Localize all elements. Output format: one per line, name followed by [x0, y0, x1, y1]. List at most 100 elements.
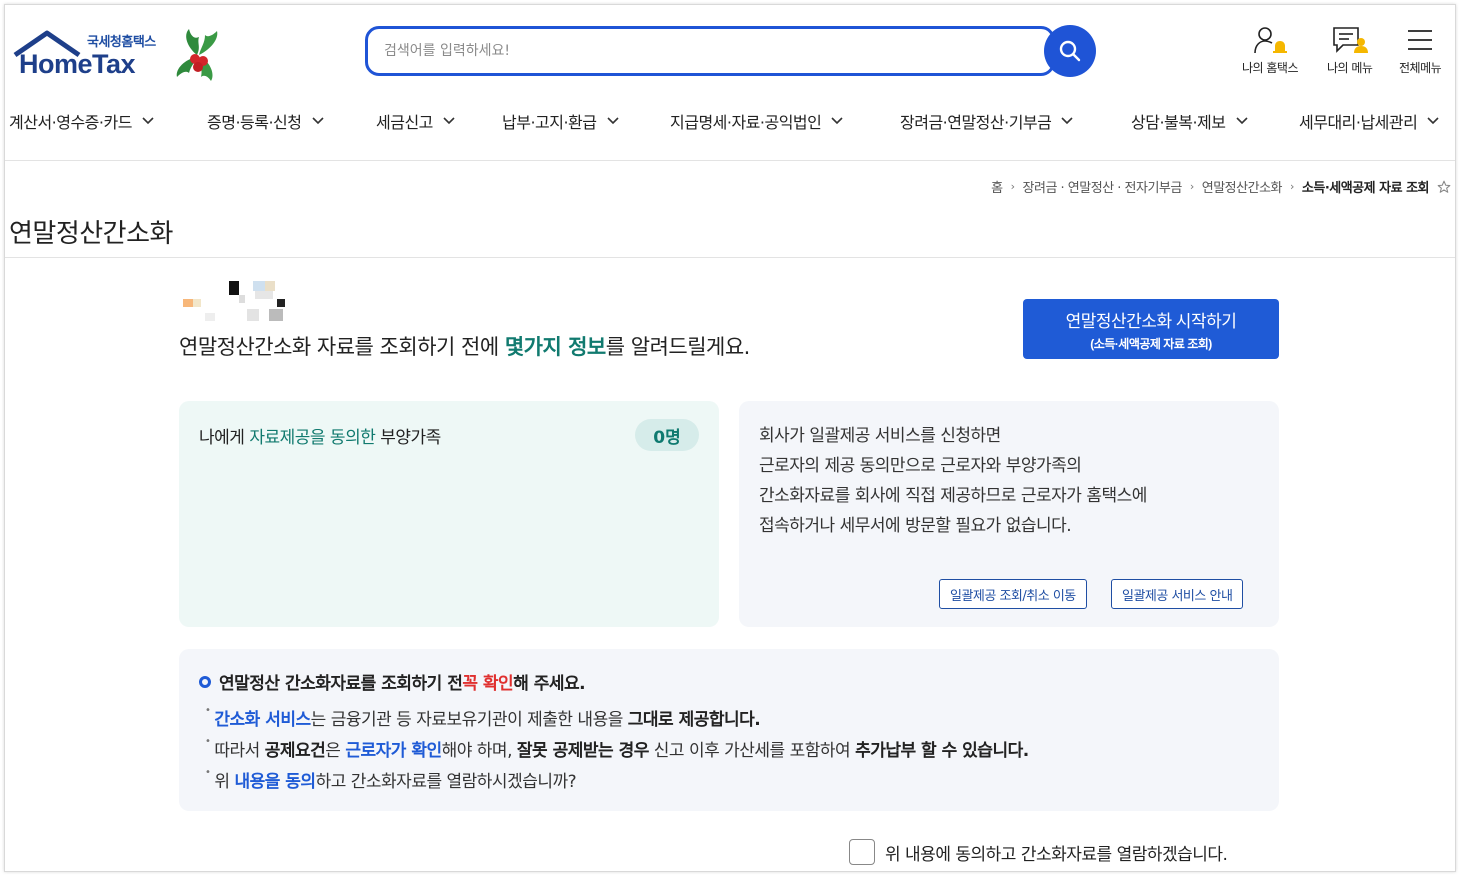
nav-label: 계산서·영수증·카드	[9, 113, 132, 132]
start-simplified-service-button[interactable]: 연말정산간소화 시작하기 (소득·세액공제 자료 조회)	[1023, 299, 1279, 359]
breadcrumb-item[interactable]: 장려금 · 연말정산 · 전자기부금	[1023, 177, 1183, 196]
chevron-right-icon: ›	[1010, 180, 1015, 193]
notice-l2-bold3: 추가납부 할 수 있습니다.	[855, 741, 1029, 761]
logo-title: HomeTax	[19, 49, 136, 79]
all-menu-label: 전체메뉴	[1399, 61, 1442, 75]
bulk-query-cancel-button[interactable]: 일괄제공 조회/취소 이동	[939, 579, 1087, 609]
hometax-logo[interactable]: 국세청홈택스 HomeTax	[9, 23, 229, 87]
chevron-down-icon	[1427, 117, 1439, 125]
title-divider	[5, 257, 1455, 258]
breadcrumb-home[interactable]: 홈	[991, 177, 1003, 196]
my-hometax-label: 나의 홈택스	[1242, 61, 1299, 75]
bulk-service-guide-button[interactable]: 일괄제공 서비스 안내	[1111, 579, 1244, 609]
my-menu-icon	[1332, 27, 1368, 53]
dependents-count-badge: 0명	[635, 419, 699, 451]
chevron-down-icon	[1235, 117, 1248, 125]
agree-label[interactable]: 위 내용에 동의하고 간소화자료를 열람하겠습니다.	[885, 840, 1228, 865]
nav-item-agent[interactable]: 세무대리·납세관리	[1299, 109, 1439, 133]
dependents-after: 부양가족	[375, 428, 441, 448]
search-button[interactable]	[1044, 25, 1096, 77]
search-input[interactable]	[384, 39, 984, 63]
notice-head-a: 연말정산 간소화자료를 조회하기 전	[219, 674, 463, 694]
breadcrumb-current: 소득·세액공제 자료 조회	[1301, 181, 1430, 196]
notice-line-1: • 간소화 서비스는 금융기관 등 자료보유기관이 제출한 내용을 그대로 제공합…	[205, 705, 761, 730]
page-title: 연말정산간소화	[9, 219, 173, 249]
nav-item-consult[interactable]: 상담·불복·제보	[1131, 109, 1248, 133]
chevron-down-icon	[606, 117, 619, 125]
nav-item-certificate[interactable]: 증명·등록·신청	[207, 109, 324, 133]
all-menu[interactable]: 전체메뉴	[1399, 25, 1442, 76]
nav-item-tax-return[interactable]: 세금신고	[376, 109, 455, 133]
notice-head-b: 해 주세요.	[513, 674, 586, 694]
notice-l2-bold2: 잘못 공제받는 경우	[516, 741, 649, 761]
nav-item-statement[interactable]: 지급명세·자료·공익법인	[670, 109, 843, 133]
browser-page: 국세청홈택스 HomeTax 검색어를 입력하세요! 나의 홈택스 나의 메뉴 …	[4, 4, 1456, 872]
logo-subtitle: 국세청홈택스	[87, 35, 156, 50]
nav-item-invoice[interactable]: 계산서·영수증·카드	[9, 109, 154, 133]
chevron-right-icon: ›	[1189, 180, 1194, 193]
consented-dependents-card: 나에게 자료제공을 동의한 부양가족 0명	[179, 401, 719, 627]
bullet-dot-icon: •	[205, 736, 211, 747]
bulk-service-description: 회사가 일괄제공 서비스를 신청하면 근로자의 제공 동의만으로 근로자와 부양…	[759, 421, 1147, 541]
notice-box: 연말정산 간소화자료를 조회하기 전 꼭 확인 해 주세요. • 간소화 서비스는 …	[179, 649, 1279, 811]
holly-icon	[176, 29, 218, 81]
nav-item-payment[interactable]: 납부·고지·환급	[502, 109, 619, 133]
notice-l1-a: 는 금융기관 등 자료보유기관이 제출한 내용을	[310, 710, 628, 730]
nav-label: 세금신고	[376, 113, 433, 132]
chevron-right-icon: ›	[1290, 180, 1294, 193]
my-menu-label: 나의 메뉴	[1327, 61, 1373, 75]
dependents-before: 나에게	[199, 428, 250, 448]
search-icon	[1059, 40, 1081, 62]
notice-line-3: • 위 내용을 동의하고 간소화자료를 열람하시겠습니까?	[205, 767, 577, 792]
nav-divider	[5, 160, 1455, 161]
notice-l3-a: 위	[214, 772, 235, 792]
chevron-down-icon	[1061, 117, 1073, 125]
nav-label: 상담·불복·제보	[1131, 113, 1226, 132]
agree-checkbox[interactable]	[849, 839, 875, 865]
agree-row[interactable]: 위 내용에 동의하고 간소화자료를 열람하겠습니다.	[849, 839, 1228, 865]
intro-text: 연말정산간소화 자료를 조회하기 전에 몇가지 정보를 알려드릴게요.	[179, 331, 750, 361]
notice-heading: 연말정산 간소화자료를 조회하기 전 꼭 확인 해 주세요.	[199, 669, 586, 694]
intro-before: 연말정산간소화 자료를 조회하기 전에	[179, 335, 505, 359]
nav-label: 증명·등록·신청	[207, 113, 302, 132]
my-hometax-menu[interactable]: 나의 홈택스	[1242, 25, 1299, 76]
bulk-service-card: 회사가 일괄제공 서비스를 신청하면 근로자의 제공 동의만으로 근로자와 부양…	[739, 401, 1279, 627]
hamburger-icon	[1408, 30, 1433, 50]
notice-l2-bold1: 공제요건	[264, 741, 326, 761]
desc-line: 회사가 일괄제공 서비스를 신청하면	[759, 426, 1001, 446]
notice-head-red: 꼭 확인	[462, 674, 514, 694]
intro-after: 를 알려드릴게요.	[605, 335, 751, 359]
notice-l3-blue: 내용을 동의	[234, 772, 316, 792]
nav-label: 세무대리·납세관리	[1299, 113, 1418, 132]
nav-item-year-end[interactable]: 장려금·연말정산·기부금	[900, 109, 1073, 133]
dependents-label: 나에게 자료제공을 동의한 부양가족	[199, 423, 441, 448]
search-box	[365, 26, 1055, 76]
chevron-down-icon	[831, 117, 843, 125]
nav-label: 지급명세·자료·공익법인	[670, 113, 822, 132]
user-bell-icon	[1254, 27, 1287, 54]
notice-l2-a: 따라서	[214, 741, 265, 761]
start-button-sublabel: (소득·세액공제 자료 조회)	[1090, 336, 1212, 351]
chevron-down-icon	[443, 117, 455, 125]
notice-l3-b: 하고 간소화자료를 열람하시겠습니까?	[315, 772, 577, 792]
main-nav: 계산서·영수증·카드 증명·등록·신청 세금신고 납부·고지·환급 지급명세·자…	[5, 101, 1455, 143]
desc-line: 접속하거나 세무서에 방문할 필요가 없습니다.	[759, 516, 1072, 536]
notice-l2-d: 신고 이후 가산세를 포함하여	[648, 741, 856, 761]
my-menu[interactable]: 나의 메뉴	[1327, 25, 1373, 76]
notice-l1-bold: 그대로 제공합니다.	[627, 710, 761, 730]
star-icon[interactable]	[1437, 180, 1451, 194]
nav-label: 납부·고지·환급	[502, 113, 597, 132]
notice-l2-blue: 근로자가 확인	[345, 741, 442, 761]
notice-l2-b: 은	[325, 741, 346, 761]
start-button-label: 연말정산간소화 시작하기	[1065, 311, 1237, 331]
dependents-highlight: 자료제공을 동의한	[249, 428, 376, 448]
notice-l2-c: 해야 하며,	[441, 741, 517, 761]
breadcrumb-item[interactable]: 연말정산간소화	[1202, 177, 1283, 196]
bullet-dot-icon: •	[205, 705, 211, 716]
site-header: 국세청홈택스 HomeTax 검색어를 입력하세요! 나의 홈택스 나의 메뉴 …	[5, 5, 1455, 95]
breadcrumb: 홈 › 장려금 · 연말정산 · 전자기부금 › 연말정산간소화 › 소득·세액…	[991, 177, 1451, 196]
chevron-down-icon	[142, 117, 154, 125]
desc-line: 간소화자료를 회사에 직접 제공하므로 근로자가 홈택스에	[759, 486, 1147, 506]
bullet-ring-icon	[199, 675, 211, 688]
notice-l1-blue: 간소화 서비스	[214, 710, 311, 730]
